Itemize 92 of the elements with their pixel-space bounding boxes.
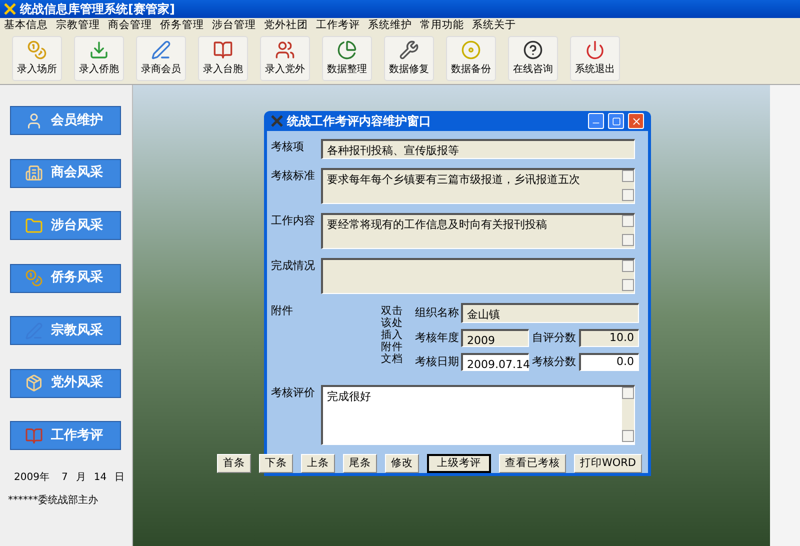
dialog-button[interactable]: 尾条 bbox=[342, 454, 377, 473]
toolbar-button[interactable]: 录入台胞 bbox=[198, 36, 248, 81]
field-label: 考核年度 bbox=[415, 330, 460, 346]
toolbar-button[interactable]: 数据备份 bbox=[446, 36, 496, 81]
building-icon bbox=[25, 164, 43, 182]
menu-item[interactable]: 常用功能 bbox=[420, 18, 464, 34]
menu-item[interactable]: 商会管理 bbox=[108, 18, 152, 34]
input-field[interactable]: 10.0 bbox=[579, 329, 639, 347]
date-year: 2009年 bbox=[14, 470, 50, 484]
dialog-title: 统战工作考评内容维护窗口 bbox=[287, 113, 432, 130]
dialog-button[interactable]: 首条 bbox=[216, 454, 251, 473]
input-field[interactable]: 0.0 bbox=[579, 353, 639, 371]
scrollbar[interactable] bbox=[622, 215, 634, 246]
window-title: 统战信息库管理系统[赛管家] bbox=[20, 1, 175, 18]
text-area[interactable]: 要经常将现有的工作信息及时向有关报刊投稿 bbox=[321, 213, 635, 249]
minimize-button[interactable] bbox=[588, 113, 604, 129]
sidebar-button[interactable]: 宗教风采 bbox=[10, 316, 121, 345]
menu-item[interactable]: 系统关于 bbox=[472, 18, 516, 34]
dialog-button[interactable]: 下条 bbox=[258, 454, 293, 473]
help-icon bbox=[523, 40, 543, 60]
text-area[interactable] bbox=[321, 258, 635, 294]
users-icon bbox=[275, 40, 295, 60]
field-label: 考核评价 bbox=[271, 385, 316, 401]
sidebar-button[interactable]: 党外风采 bbox=[10, 368, 121, 398]
menu-item[interactable]: 系统维护 bbox=[368, 18, 412, 34]
field-label: 附件 bbox=[271, 303, 294, 319]
pen-icon bbox=[151, 40, 171, 60]
folder-icon bbox=[25, 216, 43, 234]
toolbar-button[interactable]: 录入侨胞 bbox=[74, 36, 124, 81]
user-icon bbox=[25, 112, 43, 130]
menu-item[interactable]: 宗教管理 bbox=[56, 18, 100, 34]
text-area[interactable]: 完成很好 bbox=[321, 385, 635, 445]
field-label: 考核日期 bbox=[415, 354, 460, 370]
toolbar-button[interactable]: 数据整理 bbox=[322, 36, 372, 81]
field-label: 组织名称 bbox=[415, 304, 460, 321]
pie-chart-icon bbox=[337, 40, 357, 60]
text-area[interactable]: 要求每年每个乡镇要有三篇市级报道，乡讯报道五次 bbox=[321, 168, 635, 204]
menu-item[interactable]: 工作考评 bbox=[316, 18, 360, 34]
date-day-unit: 日 bbox=[114, 470, 125, 484]
maximize-icon bbox=[612, 116, 620, 126]
app-icon bbox=[4, 3, 16, 15]
field-label: 考核项 bbox=[271, 139, 305, 155]
toolbar-button[interactable]: 录商会员 bbox=[136, 36, 186, 81]
sidebar-button[interactable]: 涉台风采 bbox=[10, 211, 121, 240]
coins-icon bbox=[25, 269, 43, 287]
input-field[interactable]: 2009.07.14 bbox=[461, 353, 529, 371]
toolbar-button[interactable]: 在线咨询 bbox=[508, 36, 558, 81]
power-icon bbox=[585, 40, 605, 60]
field-label: 考核分数 bbox=[532, 354, 577, 370]
field-label: 考核标准 bbox=[271, 168, 316, 184]
book-icon bbox=[25, 426, 43, 444]
menu-item[interactable]: 基本信息 bbox=[4, 18, 48, 34]
input-field[interactable]: 2009 bbox=[461, 329, 529, 347]
disc-icon bbox=[461, 40, 481, 60]
date-month-unit: 月 bbox=[76, 470, 86, 484]
app-icon bbox=[271, 115, 283, 127]
dialog-button[interactable]: 上级考评 bbox=[426, 454, 491, 473]
book-icon bbox=[213, 40, 233, 60]
toolbar-button[interactable]: 数据修复 bbox=[384, 36, 434, 81]
maximize-button[interactable] bbox=[608, 113, 624, 129]
coins-icon bbox=[27, 40, 47, 60]
download-icon bbox=[89, 40, 109, 60]
toolbar-button[interactable]: 录入场所 bbox=[12, 36, 62, 81]
menu-item[interactable]: 涉台管理 bbox=[212, 18, 256, 34]
menu-item[interactable]: 侨务管理 bbox=[160, 18, 204, 34]
dialog-button[interactable]: 上条 bbox=[300, 454, 335, 473]
toolbar-button[interactable]: 录入党外 bbox=[260, 36, 310, 81]
dialog-button[interactable]: 查看已考核 bbox=[498, 454, 566, 473]
close-icon bbox=[630, 116, 642, 126]
dialog-button[interactable]: 打印WORD bbox=[574, 454, 642, 473]
dialog-button[interactable]: 修改 bbox=[384, 454, 419, 473]
menu-item[interactable]: 党外社团 bbox=[264, 18, 308, 34]
wrench-icon bbox=[399, 40, 419, 60]
package-icon bbox=[25, 374, 43, 392]
field-label: 完成情况 bbox=[271, 258, 316, 274]
field-label: 工作内容 bbox=[271, 213, 316, 229]
close-button[interactable] bbox=[628, 113, 644, 129]
toolbar-button[interactable]: 系统退出 bbox=[570, 36, 620, 81]
attachment-hint[interactable]: 双击该处插入附件文档 bbox=[381, 305, 403, 366]
input-field[interactable]: 各种报刊投稿、宣传版报等 bbox=[321, 139, 635, 159]
sidebar-button[interactable]: 商会风采 bbox=[10, 158, 121, 188]
field-label: 自评分数 bbox=[532, 330, 577, 346]
footer-text: ******委统战部主办 bbox=[8, 494, 99, 508]
input-field[interactable]: 金山镇 bbox=[461, 303, 639, 323]
sidebar-button[interactable]: 会员维护 bbox=[10, 106, 121, 135]
sidebar-button[interactable]: 侨务风采 bbox=[10, 264, 121, 292]
sidebar-button[interactable]: 工作考评 bbox=[10, 421, 121, 450]
scrollbar[interactable] bbox=[622, 387, 634, 442]
date-month: 7 bbox=[61, 470, 68, 484]
date-day: 14 bbox=[94, 470, 107, 484]
scrollbar[interactable] bbox=[622, 170, 634, 201]
scrollbar[interactable] bbox=[622, 260, 634, 291]
